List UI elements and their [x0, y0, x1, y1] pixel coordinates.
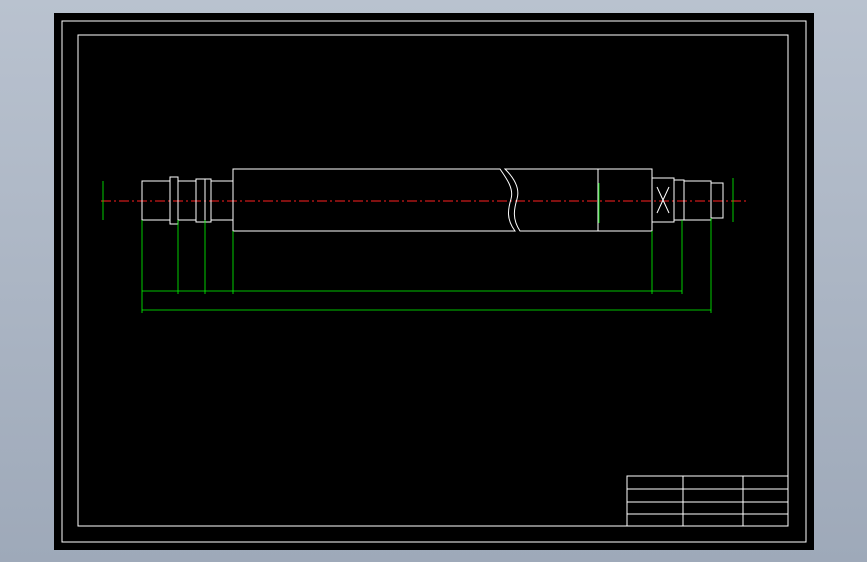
inner-frame — [77, 34, 789, 527]
dimensions — [102, 178, 734, 313]
shaft-outline — [141, 168, 724, 232]
drawing-svg — [61, 20, 807, 543]
roller-body-right — [503, 168, 653, 232]
right-journal — [673, 179, 685, 221]
title-block — [626, 475, 789, 527]
cad-viewport — [0, 0, 867, 562]
drawing-sheet[interactable] — [54, 13, 814, 550]
title-block-frame — [626, 475, 789, 527]
outer-border — [61, 20, 807, 543]
roller-body-left — [232, 168, 516, 232]
